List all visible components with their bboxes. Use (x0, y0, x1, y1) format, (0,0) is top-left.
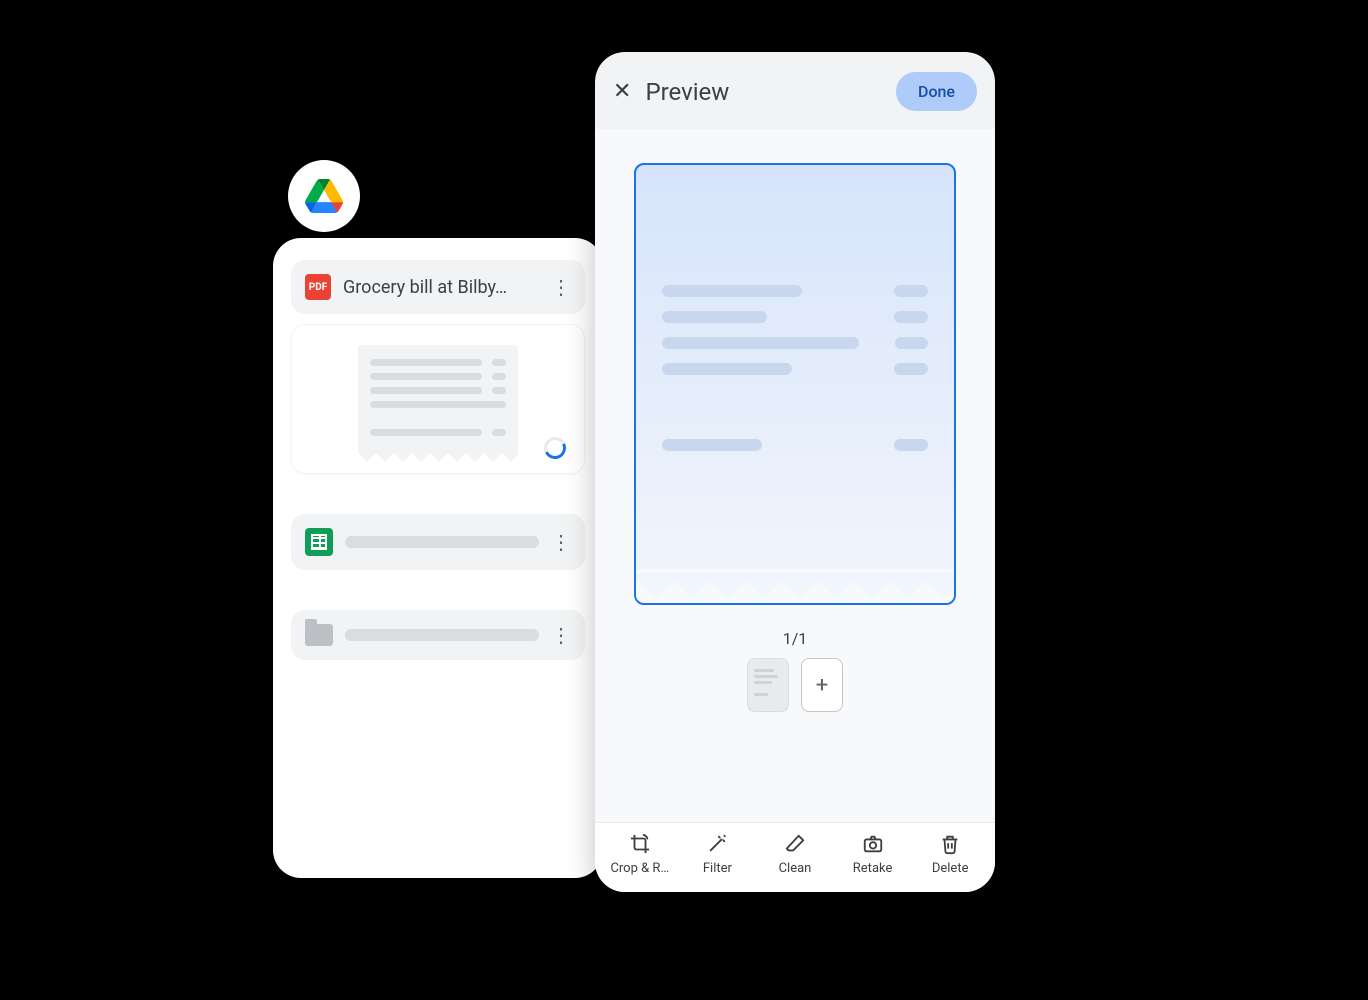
more-icon[interactable]: ⋮ (551, 532, 571, 552)
preview-title: Preview (645, 78, 882, 106)
tool-label: Crop & R… (610, 861, 669, 876)
sheets-icon (305, 528, 333, 556)
scan-content-placeholder (662, 285, 928, 465)
close-icon[interactable]: ✕ (613, 81, 631, 103)
drive-icon (305, 179, 343, 213)
trash-icon (939, 833, 961, 855)
crop-icon (629, 833, 651, 855)
preview-header: ✕ Preview Done (595, 52, 995, 129)
preview-body: 1/1 + (595, 129, 995, 822)
file-preview-thumbnail (291, 324, 585, 474)
done-button[interactable]: Done (896, 72, 977, 111)
receipt-edge-icon (636, 569, 954, 603)
receipt-edge-icon (358, 449, 518, 463)
file-name-placeholder (345, 536, 539, 548)
scan-preview-panel: ✕ Preview Done 1/1 + (595, 52, 995, 892)
page-thumbnails: + (747, 658, 843, 712)
file-name: Grocery bill at Bilby… (343, 277, 539, 298)
page-thumbnail[interactable] (747, 658, 789, 712)
loading-spinner-icon (541, 434, 569, 462)
delete-button[interactable]: Delete (911, 833, 989, 876)
add-page-button[interactable]: + (801, 658, 843, 712)
clean-button[interactable]: Clean (756, 833, 834, 876)
plus-icon: + (816, 673, 828, 698)
retake-button[interactable]: Retake (834, 833, 912, 876)
file-name-placeholder (345, 629, 539, 641)
preview-toolbar: Crop & R… Filter Clean Retake Delet (595, 822, 995, 892)
tool-label: Delete (932, 861, 969, 876)
page-indicator: 1/1 (783, 629, 808, 648)
crop-rotate-button[interactable]: Crop & R… (601, 833, 679, 876)
receipt-icon (358, 345, 518, 449)
more-icon[interactable]: ⋮ (551, 625, 571, 645)
file-row-pdf[interactable]: PDF Grocery bill at Bilby… ⋮ (291, 260, 585, 314)
scan-crop-frame[interactable] (634, 163, 956, 605)
camera-icon (862, 833, 884, 855)
tool-label: Filter (703, 861, 732, 876)
file-row-sheet[interactable]: ⋮ (291, 514, 585, 570)
more-icon[interactable]: ⋮ (551, 277, 571, 297)
magic-wand-icon (706, 833, 728, 855)
tool-label: Retake (853, 861, 893, 876)
pdf-icon: PDF (305, 274, 331, 300)
drive-logo-badge (288, 160, 360, 232)
folder-icon (305, 624, 333, 646)
eraser-icon (784, 833, 806, 855)
file-row-folder[interactable]: ⋮ (291, 610, 585, 660)
filter-button[interactable]: Filter (679, 833, 757, 876)
tool-label: Clean (779, 861, 812, 876)
drive-file-list-card: PDF Grocery bill at Bilby… ⋮ ⋮ ⋮ (273, 238, 603, 878)
